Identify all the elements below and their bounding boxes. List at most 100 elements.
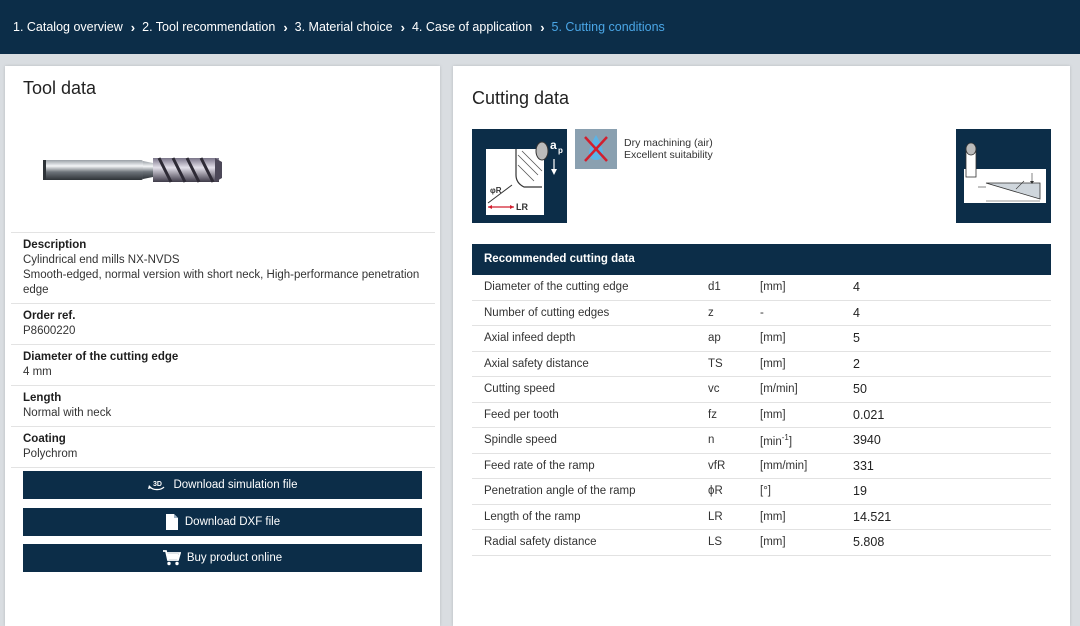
row-symbol: ϕR (708, 485, 723, 498)
row-symbol: vc (708, 383, 720, 396)
row-value: 4 (853, 305, 860, 320)
buy-online-button[interactable]: Buy product online (23, 544, 422, 572)
table-row: Feed per tooth fz [mm] 0.021 (472, 403, 1051, 428)
row-unit: [mm] (760, 510, 786, 523)
diagram-label-lr: LR (516, 202, 528, 212)
row-name: Feed per tooth (484, 408, 559, 421)
download-simulation-label: Download simulation file (173, 479, 298, 491)
row-unit: [mm] (760, 281, 786, 294)
dry-machining-line1: Dry machining (air) (624, 137, 713, 149)
row-value: 5 (853, 331, 860, 346)
description-label: Description (23, 239, 87, 251)
row-symbol: ap (708, 332, 721, 345)
table-row: Axial safety distance TS [mm] 2 (472, 352, 1051, 377)
table-header: Recommended cutting data (472, 244, 1051, 275)
chevron-right-icon: › (540, 19, 545, 35)
length-value: Normal with neck (23, 407, 112, 419)
row-unit: [mm] (760, 408, 786, 421)
coating-value: Polychrom (23, 448, 78, 460)
shopping-cart-icon (162, 550, 181, 566)
diameter-value: 4 mm (23, 366, 52, 378)
breadcrumb-case-of-application[interactable]: 4. Case of application (412, 20, 532, 34)
row-value: 331 (853, 458, 874, 473)
row-value: 19 (853, 484, 867, 499)
table-row: Spindle speed n [min-1] 3940 (472, 428, 1051, 454)
diameter-label: Diameter of the cutting edge (23, 351, 179, 363)
row-symbol: TS (708, 357, 723, 370)
row-name: Axial safety distance (484, 357, 589, 370)
order-ref-label: Order ref. (23, 310, 76, 322)
end-mill-image (43, 157, 222, 183)
recommended-cutting-data-table: Recommended cutting data Diameter of the… (472, 244, 1051, 556)
table-row: Penetration angle of the ramp ϕR [°] 19 (472, 479, 1051, 505)
dry-machining-text: Dry machining (air) Excellent suitabilit… (624, 137, 713, 161)
row-unit: [mm] (760, 357, 786, 370)
row-unit: - (760, 306, 764, 319)
3d-icon-text: 3D (153, 481, 162, 488)
cutting-data-panel: Cutting data a p φR LR Dry machining (ai… (453, 66, 1070, 626)
tool-info-list: Description Cylindrical end mills NX-NVD… (11, 232, 435, 468)
download-simulation-button[interactable]: 3D Download simulation file (23, 471, 422, 499)
row-value: 3940 (853, 433, 881, 448)
length-label: Length (23, 392, 62, 404)
row-symbol: fz (708, 408, 717, 421)
diagram-label-phir: φR (490, 186, 502, 195)
row-symbol: n (708, 434, 715, 447)
table-row: Number of cutting edges z - 4 (472, 301, 1051, 326)
row-name: Cutting speed (484, 383, 555, 396)
row-unit: [mm/min] (760, 459, 808, 472)
order-ref-row: Order ref. P8600220 (11, 303, 435, 344)
diameter-row: Diameter of the cutting edge 4 mm (11, 344, 435, 385)
dry-machining-line2: Excellent suitability (624, 149, 713, 161)
download-dxf-button[interactable]: Download DXF file (23, 508, 422, 536)
coating-row: Coating Polychrom (11, 426, 435, 468)
row-value: 5.808 (853, 535, 885, 550)
breadcrumb-bar: 1. Catalog overview › 2. Tool recommenda… (0, 0, 1080, 54)
row-unit: [min-1] (760, 432, 793, 448)
breadcrumb-material-choice[interactable]: 3. Material choice (295, 20, 393, 34)
row-symbol: LR (708, 510, 723, 523)
ramping-diagram-icon: a p φR LR (472, 129, 567, 223)
chevron-right-icon: › (130, 19, 136, 35)
breadcrumb-cutting-conditions[interactable]: 5. Cutting conditions (552, 20, 665, 34)
row-unit: [mm] (760, 332, 786, 345)
row-name: Length of the ramp (484, 510, 581, 523)
length-row: Length Normal with neck (11, 385, 435, 426)
chevron-right-icon: › (283, 19, 288, 35)
file-icon (165, 514, 178, 530)
buy-online-label: Buy product online (186, 552, 283, 564)
coating-label: Coating (23, 433, 66, 445)
row-name: Axial infeed depth (484, 332, 576, 345)
row-value: 14.521 (853, 509, 892, 524)
diagram-label-ap-sub: p (558, 146, 563, 155)
3d-rotate-icon: 3D (148, 481, 165, 491)
row-name: Penetration angle of the ramp (484, 485, 636, 498)
table-row: Diameter of the cutting edge d1 [mm] 4 (472, 275, 1051, 301)
description-row: Description Cylindrical end mills NX-NVD… (11, 232, 435, 303)
row-name: Radial safety distance (484, 536, 597, 549)
row-symbol: z (708, 306, 714, 319)
row-unit: [mm] (760, 536, 786, 549)
row-symbol: vfR (708, 459, 726, 472)
tool-data-title: Tool data (23, 78, 97, 98)
row-symbol: d1 (708, 281, 721, 294)
row-value: 0.021 (853, 407, 885, 422)
row-unit: [m/min] (760, 383, 798, 396)
row-name: Number of cutting edges (484, 306, 610, 319)
breadcrumb-tool-recommendation[interactable]: 2. Tool recommendation (142, 20, 275, 34)
row-value: 4 (853, 280, 860, 295)
row-symbol: LS (708, 536, 723, 549)
row-value: 2 (853, 356, 860, 371)
order-ref-value: P8600220 (23, 325, 76, 337)
table-row: Radial safety distance LS [mm] 5.808 (472, 530, 1051, 556)
breadcrumb-catalog-overview[interactable]: 1. Catalog overview (13, 20, 123, 34)
description-line1: Cylindrical end mills NX-NVDS (23, 254, 180, 266)
table-row: Axial infeed depth ap [mm] 5 (472, 326, 1051, 352)
ramp-geometry-diagram-icon (956, 129, 1051, 223)
row-value: 50 (853, 382, 867, 397)
chevron-right-icon: › (400, 19, 405, 35)
table-row: Feed rate of the ramp vfR [mm/min] 331 (472, 454, 1051, 479)
download-dxf-label: Download DXF file (184, 516, 281, 528)
description-line2: Smooth-edged, normal version with short … (23, 269, 420, 296)
row-name: Diameter of the cutting edge (484, 281, 629, 294)
